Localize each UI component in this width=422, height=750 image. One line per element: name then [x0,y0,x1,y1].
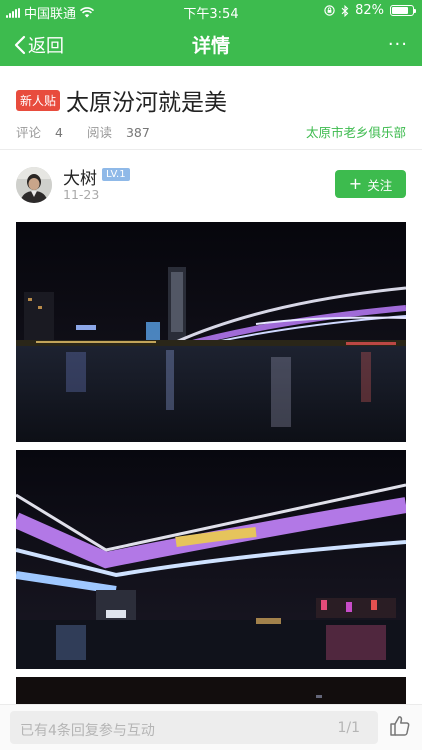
comment-input[interactable]: 已有4条回复参与互动 1/1 [10,711,378,744]
night-bridge-photo [16,222,406,442]
author-row: 大树 LV.1 11-23 + 关注 [0,150,422,222]
more-button[interactable]: ··· [388,34,408,55]
read-count: 387 [125,125,150,140]
nav-bar: 返回 详情 ··· [0,22,422,66]
battery-icon [390,5,416,16]
avatar[interactable] [16,167,52,203]
battery-percent: 82% [355,3,384,18]
partial-photo [16,677,406,707]
page-indicator: 1/1 [337,720,360,736]
plus-icon: + [348,174,363,193]
new-post-badge: 新人贴 [16,89,61,111]
follow-button[interactable]: + 关注 [335,170,406,198]
bluetooth-icon [341,4,349,17]
rotation-lock-icon [324,5,335,16]
club-link[interactable]: 太原市老乡俱乐部 [306,122,406,141]
comment-bar: 已有4条回复参与互动 1/1 [0,704,422,750]
comment-label: 评论 [16,125,42,140]
post-photo[interactable] [16,450,406,669]
follow-label: 关注 [367,177,393,193]
post-header: 新人贴 太原汾河就是美 评论 4 阅读 387 太原市老乡俱乐部 [0,66,422,150]
thumbs-up-icon [390,716,410,736]
bridge-closeup-photo [16,450,406,669]
like-button[interactable] [388,714,412,738]
back-label: 返回 [28,36,64,57]
level-badge: LV.1 [102,168,130,181]
post-photo[interactable] [16,222,406,442]
author-name[interactable]: 大树 [63,164,97,189]
more-dots-icon: ··· [387,34,408,55]
comment-stat: 评论 4 [16,125,73,140]
status-bar: 中国联通 下午3:54 82% [0,0,422,22]
post-stats: 评论 4 阅读 387 [16,122,170,141]
read-label: 阅读 [86,125,112,140]
comment-placeholder: 已有4条回复参与互动 [20,723,155,739]
chevron-left-icon [14,35,26,55]
post-date: 11-23 [63,187,100,202]
back-button[interactable]: 返回 [14,32,64,58]
post-photo[interactable] [16,677,406,707]
comment-count: 4 [55,125,63,140]
read-stat: 阅读 387 [87,125,160,140]
post-title: 太原汾河就是美 [66,90,228,116]
avatar-image [16,167,52,203]
